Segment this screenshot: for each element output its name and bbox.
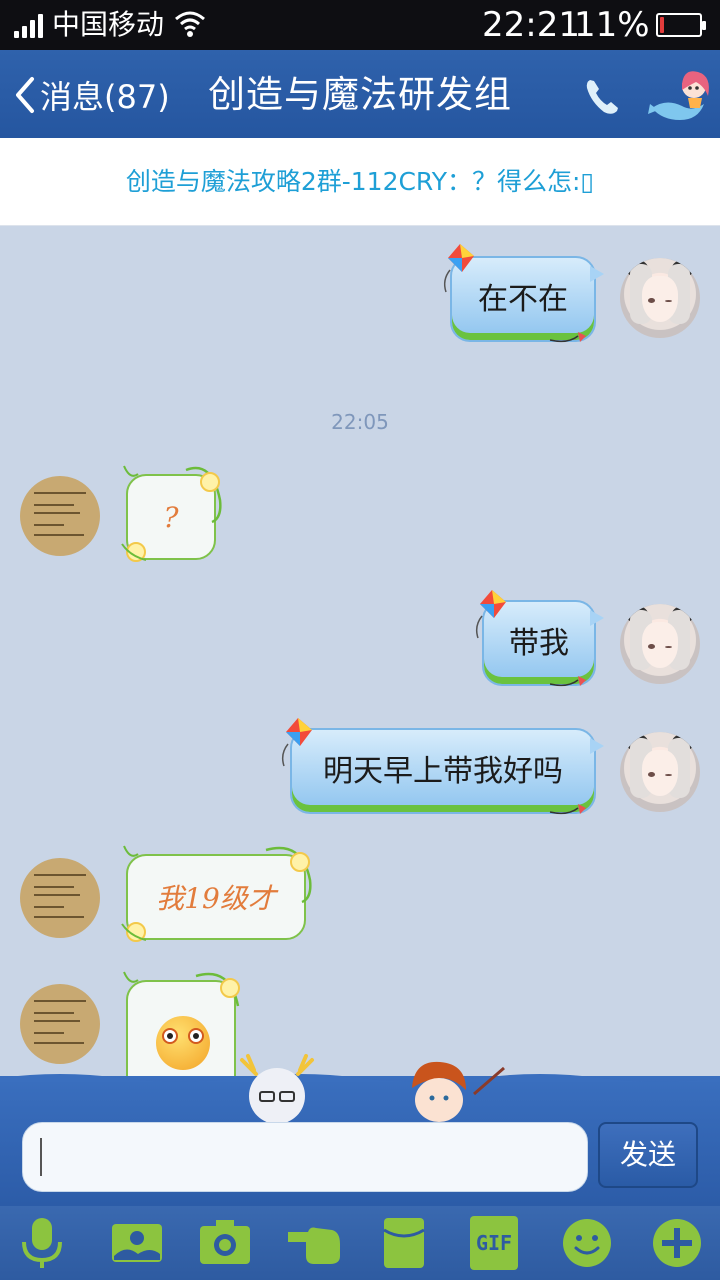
- plus-icon[interactable]: [650, 1216, 704, 1270]
- chevron-left-icon: [16, 77, 34, 113]
- page-title: 创造与魔法研发组: [208, 73, 512, 116]
- camera-icon[interactable]: [198, 1216, 252, 1270]
- microphone-icon[interactable]: [18, 1216, 66, 1270]
- clock: 22:21: [482, 5, 580, 45]
- avatar-other[interactable]: [20, 476, 100, 556]
- chat-header: 消息(87) 创造与魔法研发组: [0, 50, 720, 138]
- group-announcement[interactable]: 创造与魔法攻略2群-112CRY：？得么怎:▯: [0, 138, 720, 226]
- character-decoration-icon: [412, 1061, 505, 1122]
- battery-percent: 11%: [574, 5, 650, 45]
- battery-level: [660, 17, 664, 33]
- wave-decoration: [0, 1074, 720, 1082]
- kite-icon: [281, 718, 312, 767]
- poke-hand-icon[interactable]: [286, 1216, 340, 1270]
- carrier-name: 中国移动: [52, 8, 165, 41]
- image-icon[interactable]: [110, 1216, 164, 1270]
- gif-icon[interactable]: GIF: [470, 1216, 518, 1270]
- input-area: 发送: [0, 1054, 720, 1206]
- back-button[interactable]: 消息(87): [12, 72, 170, 118]
- battery-icon: [656, 13, 706, 37]
- kite-tail-icon: [549, 332, 586, 343]
- gif-label: GIF: [475, 1231, 513, 1255]
- message-timestamp: 22:05: [331, 410, 389, 434]
- bottom-toolbar: GIF: [0, 1206, 720, 1280]
- kite-tail-icon: [549, 804, 586, 815]
- chat-area[interactable]: 在不在 22:05 ? 带我 明天早上带我好吗 我19级才: [0, 226, 720, 1076]
- status-bar: 中国移动 22:21 11%: [0, 0, 720, 50]
- avatar-other[interactable]: [20, 984, 100, 1064]
- red-packet-icon[interactable]: [380, 1216, 428, 1270]
- kite-icon: [443, 244, 474, 293]
- flower-vine-icon: [121, 845, 312, 942]
- message-text: 明天早上带我好吗: [323, 754, 563, 789]
- back-label: 消息(87): [40, 78, 170, 116]
- flower-vine-icon: [123, 971, 240, 1007]
- signal-icon: [14, 14, 48, 38]
- text-caret: [40, 1138, 42, 1176]
- message-input[interactable]: [22, 1122, 588, 1192]
- avatar-self[interactable]: [620, 258, 700, 338]
- flower-vine-icon: [121, 465, 222, 562]
- avatar-self[interactable]: [620, 604, 700, 684]
- character-decoration-icon: [240, 1054, 314, 1122]
- wifi-icon: [175, 11, 205, 37]
- mermaid-mascot-icon[interactable]: [646, 64, 718, 130]
- kite-tail-icon: [549, 676, 586, 687]
- avatar-other[interactable]: [20, 858, 100, 938]
- kite-icon: [475, 590, 506, 639]
- avatar-self[interactable]: [620, 732, 700, 812]
- send-button[interactable]: 发送: [598, 1122, 698, 1188]
- phone-icon[interactable]: [580, 74, 626, 120]
- smiley-icon[interactable]: [560, 1216, 614, 1270]
